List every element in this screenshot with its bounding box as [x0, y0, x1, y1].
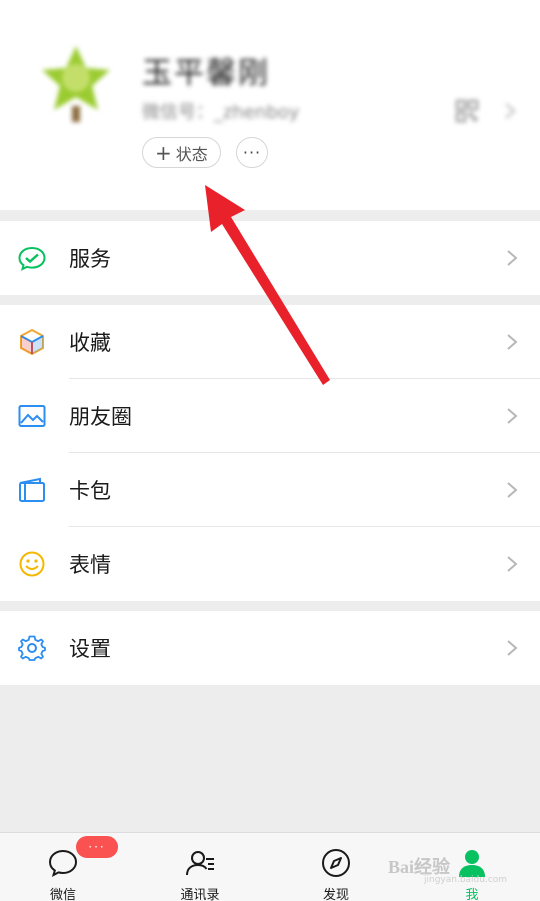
qr-code-icon[interactable]: [456, 100, 478, 122]
menu-label-cards: 卡包: [69, 479, 111, 503]
compass-icon: [322, 849, 350, 877]
contacts-icon: [186, 851, 214, 876]
tab-discover[interactable]: 发现: [286, 833, 386, 901]
menu-label-moments: 朋友圈: [69, 405, 132, 429]
menu-label-settings: 设置: [69, 637, 111, 661]
status-button-label: 状态: [175, 144, 208, 164]
watermark-subtext: jingyan.baidu.com: [424, 875, 508, 885]
more-dots-icon: ···: [242, 142, 262, 162]
menu-item-moments[interactable]: 朋友圈: [0, 379, 540, 453]
annotation-arrow: [205, 185, 330, 385]
chat-bubble-icon: [48, 849, 78, 877]
status-more-button[interactable]: ···: [236, 137, 268, 168]
unread-badge: ···: [76, 836, 118, 858]
tab-contacts[interactable]: 通讯录: [150, 833, 250, 901]
image-icon: [18, 405, 46, 427]
chevron-right-icon: [505, 103, 516, 119]
menu-item-settings[interactable]: 设置: [0, 611, 540, 685]
add-status-button[interactable]: + 状态: [142, 137, 221, 168]
wechat-pay-icon: [18, 246, 46, 271]
menu-label-stickers: 表情: [69, 553, 111, 577]
tab-label-contacts: 通讯录: [180, 888, 220, 901]
chevron-right-icon: [507, 250, 518, 266]
menu-item-cards[interactable]: 卡包: [0, 453, 540, 527]
tab-label-me: 我: [465, 888, 479, 901]
chevron-right-icon: [507, 556, 518, 572]
smiley-icon: [19, 551, 45, 577]
settings-section: 设置: [0, 611, 540, 685]
chevron-right-icon: [507, 334, 518, 350]
plus-icon: +: [155, 140, 172, 165]
cube-icon: [20, 329, 44, 355]
gear-icon: [18, 635, 46, 661]
avatar[interactable]: [40, 42, 112, 124]
profile-header: 玉平馨刚 微信号：_zhenboy + 状态 ···: [0, 0, 540, 210]
profile-nickname: 玉平馨刚: [142, 56, 270, 91]
menu-item-stickers[interactable]: 表情: [0, 527, 540, 601]
tab-label-chats: 微信: [49, 888, 76, 901]
chevron-right-icon: [507, 482, 518, 498]
chevron-right-icon: [507, 408, 518, 424]
menu-label-favorites: 收藏: [69, 331, 111, 355]
menu-label-services: 服务: [69, 247, 111, 271]
tab-label-discover: 发现: [322, 888, 349, 901]
badge-dots: ···: [88, 840, 106, 854]
profile-wechat-id: 微信号：_zhenboy: [142, 102, 300, 123]
wallet-icon: [19, 477, 45, 502]
profile-card[interactable]: 玉平馨刚 微信号：_zhenboy: [0, 0, 540, 136]
chevron-right-icon: [507, 640, 518, 656]
